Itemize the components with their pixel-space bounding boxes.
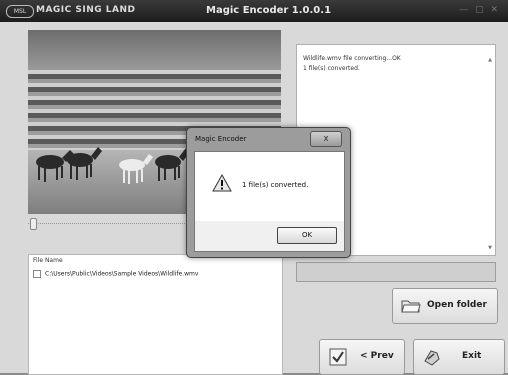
prev-label: < Prev <box>360 351 394 361</box>
dialog-title: Magic Encoder <box>195 135 247 143</box>
open-folder-button[interactable]: Open folder <box>392 288 498 324</box>
ok-button[interactable]: OK <box>277 227 337 244</box>
open-folder-label: Open folder <box>427 300 487 310</box>
log-line: 1 file(s) converted. <box>303 65 360 72</box>
exit-icon <box>424 350 440 366</box>
file-list-header: File Name <box>33 257 63 264</box>
conversion-progress-bar <box>296 262 496 282</box>
check-icon <box>329 348 347 366</box>
brand-logo-icon: MSL <box>6 5 34 18</box>
window-title: Magic Encoder 1.0.0.1 <box>206 5 332 16</box>
dialog-footer: OK <box>194 221 345 252</box>
prev-button[interactable]: < Prev <box>319 339 405 375</box>
dialog-close-button[interactable]: X <box>310 131 342 147</box>
scroll-down-icon[interactable]: ▼ <box>488 245 492 251</box>
folder-icon <box>401 300 421 313</box>
brand-name: MAGIC SING LAND <box>36 5 136 15</box>
exit-label: Exit <box>462 351 482 361</box>
window-controls[interactable]: — ▢ ✕ <box>459 5 500 15</box>
warning-icon <box>212 174 232 192</box>
file-checkbox[interactable] <box>33 270 41 278</box>
message-dialog: Magic Encoder X 1 file(s) converted. OK <box>186 127 351 258</box>
scroll-up-icon[interactable]: ▲ <box>488 57 492 63</box>
exit-button[interactable]: Exit <box>413 339 505 375</box>
dialog-body: 1 file(s) converted. <box>194 151 345 223</box>
file-list[interactable]: File Name C:\Users\Public\Videos\Sample … <box>28 254 283 375</box>
title-bar: MSL MAGIC SING LAND Magic Encoder 1.0.0.… <box>0 0 508 22</box>
dialog-message: 1 file(s) converted. <box>242 181 309 189</box>
video-sky <box>28 30 281 70</box>
seek-thumb[interactable] <box>30 218 37 230</box>
magic-encoder-window: MSL MAGIC SING LAND Magic Encoder 1.0.0.… <box>0 0 508 375</box>
file-path: C:\Users\Public\Videos\Sample Videos\Wil… <box>45 270 199 278</box>
log-line: Wildlife.wmv file converting...OK <box>303 55 401 62</box>
file-list-row[interactable]: C:\Users\Public\Videos\Sample Videos\Wil… <box>33 270 198 278</box>
